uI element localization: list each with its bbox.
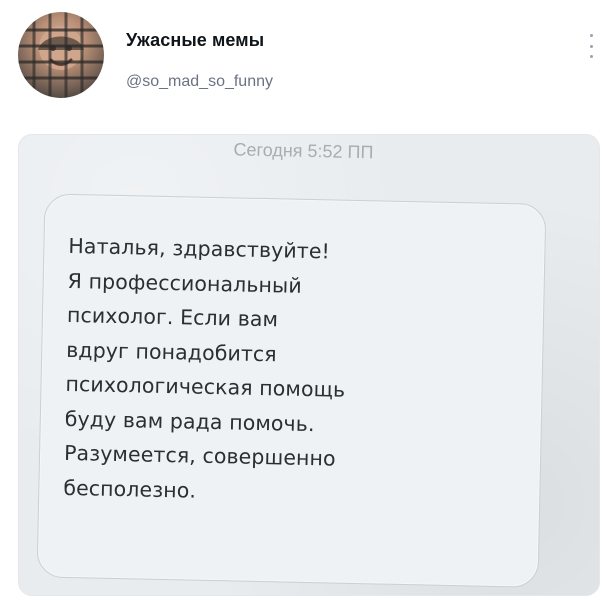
post-header: Ужасные мемы @so_mad_so_funny [18,12,598,104]
more-vertical-icon[interactable] [584,34,598,58]
post-media[interactable]: Сегодня 5:52 ПП Наталья, здравствуйте! Я… [18,134,600,596]
more-dot [589,34,593,37]
more-dot [589,55,593,58]
sms-message: Наталья, здравствуйте! Я профессиональны… [63,233,346,503]
author-name[interactable]: Ужасные мемы [126,30,264,51]
sms-photo: Сегодня 5:52 ПП Наталья, здравствуйте! Я… [19,135,599,595]
avatar[interactable] [18,12,104,98]
more-dot [589,44,593,48]
author-handle[interactable]: @so_mad_so_funny [126,73,273,91]
sms-bubble: Наталья, здравствуйте! Я профессиональны… [36,193,547,588]
sms-time: Сегодня 5:52 ПП [233,139,374,163]
